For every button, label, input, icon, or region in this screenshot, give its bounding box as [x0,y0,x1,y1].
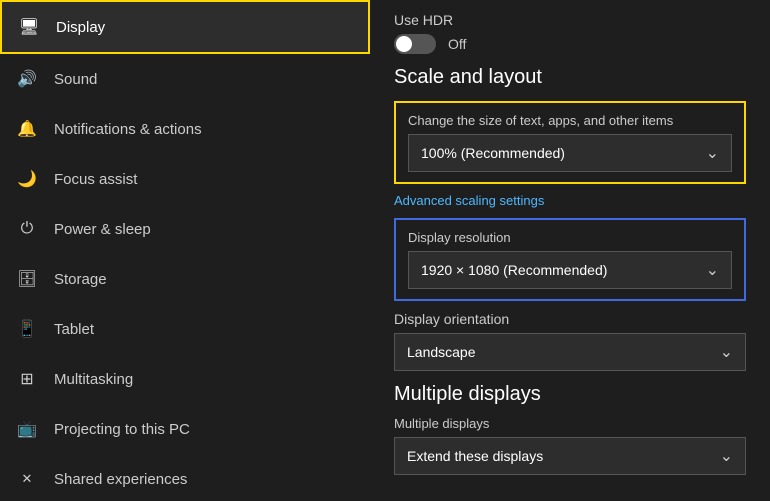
toggle-knob [396,36,412,52]
scale-box-label: Change the size of text, apps, and other… [408,113,732,128]
shared-icon: ✕ [16,468,38,490]
multiple-displays-dropdown[interactable]: Extend these displays ⌄ [394,437,746,475]
sidebar-item-display[interactable]: 🖥 Display [0,0,370,54]
sidebar-item-label: Shared experiences [54,471,187,488]
sidebar-item-label: Sound [54,71,97,88]
sidebar-item-label: Display [56,19,105,36]
scale-section: Scale and layout Change the size of text… [394,66,746,371]
multitasking-icon: ⊞ [16,368,38,390]
scale-dropdown-arrow: ⌄ [706,143,719,163]
sidebar-item-storage[interactable]: 🗄 Storage [0,254,370,304]
multiple-displays-title: Multiple displays [394,383,746,406]
sidebar-item-shared[interactable]: ✕ Shared experiences [0,454,370,501]
multiple-displays-dropdown-arrow: ⌄ [720,446,733,466]
resolution-box: Display resolution 1920 × 1080 (Recommen… [394,218,746,301]
orientation-dropdown-value: Landscape [407,344,476,360]
sidebar-item-multitasking[interactable]: ⊞ Multitasking [0,354,370,404]
orientation-dropdown[interactable]: Landscape ⌄ [394,333,746,371]
sidebar-item-label: Projecting to this PC [54,421,190,438]
hdr-toggle-row: Off [394,34,746,54]
projecting-icon: 📺 [16,418,38,440]
orientation-dropdown-arrow: ⌄ [720,342,733,362]
sidebar-item-label: Power & sleep [54,221,151,238]
sidebar-item-notifications[interactable]: 🔔 Notifications & actions [0,104,370,154]
sidebar-item-sound[interactable]: 🔊 Sound [0,54,370,104]
multiple-displays-label: Multiple displays [394,416,746,431]
resolution-label: Display resolution [408,230,732,245]
multiple-displays-section: Multiple displays Multiple displays Exte… [394,383,746,475]
advanced-scaling-link[interactable]: Advanced scaling settings [394,193,544,208]
display-icon: 🖥 [18,16,40,38]
resolution-dropdown-value: 1920 × 1080 (Recommended) [421,262,607,278]
sidebar-item-label: Multitasking [54,371,133,388]
notifications-icon: 🔔 [16,118,38,140]
orientation-label: Display orientation [394,311,746,327]
sidebar-item-label: Tablet [54,321,94,338]
scale-box: Change the size of text, apps, and other… [394,101,746,184]
resolution-dropdown-arrow: ⌄ [706,260,719,280]
sidebar-item-label: Focus assist [54,171,137,188]
hdr-row: Use HDR [394,12,746,28]
hdr-status: Off [448,36,466,52]
hdr-toggle[interactable] [394,34,436,54]
sidebar-item-tablet[interactable]: 📱 Tablet [0,304,370,354]
sidebar-item-label: Storage [54,271,107,288]
storage-icon: 🗄 [16,268,38,290]
tablet-icon: 📱 [16,318,38,340]
scale-dropdown-value: 100% (Recommended) [421,145,565,161]
sidebar-item-projecting[interactable]: 📺 Projecting to this PC [0,404,370,454]
main-content: Use HDR Off Scale and layout Change the … [370,0,770,501]
power-icon: ⏻ [16,218,38,240]
sidebar-item-power[interactable]: ⏻ Power & sleep [0,204,370,254]
hdr-label: Use HDR [394,12,453,28]
scale-dropdown[interactable]: 100% (Recommended) ⌄ [408,134,732,172]
resolution-dropdown[interactable]: 1920 × 1080 (Recommended) ⌄ [408,251,732,289]
sidebar-item-label: Notifications & actions [54,121,202,138]
sound-icon: 🔊 [16,68,38,90]
sidebar: 🖥 Display 🔊 Sound 🔔 Notifications & acti… [0,0,370,501]
multiple-displays-dropdown-value: Extend these displays [407,448,543,464]
focus-icon: 🌙 [16,168,38,190]
scale-section-title: Scale and layout [394,66,746,89]
sidebar-item-focus[interactable]: 🌙 Focus assist [0,154,370,204]
